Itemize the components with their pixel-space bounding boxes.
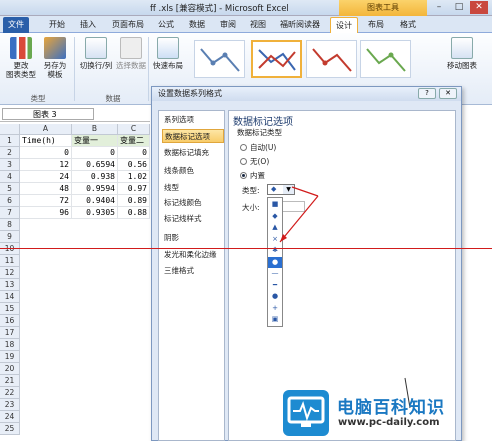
pulse-icon (287, 396, 325, 427)
annotation-overlay (279, 186, 411, 409)
annotation-red-line (0, 248, 492, 249)
monitor-logo-icon (283, 390, 329, 436)
watermark-title: 电脑百科知识 (337, 398, 445, 418)
annotation-arrow (279, 195, 319, 243)
annotation-arrow (291, 186, 319, 197)
watermark-url: www.pc-daily.com (338, 417, 440, 428)
